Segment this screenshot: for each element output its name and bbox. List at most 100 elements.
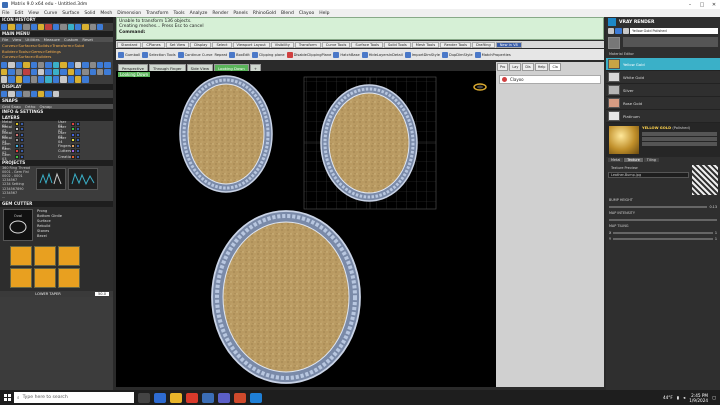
network-icon[interactable]: ▮ xyxy=(677,395,679,400)
tab-solid-tools[interactable]: Solid Tools xyxy=(384,41,411,48)
clock[interactable]: 2:45 PM 1/9/2024 xyxy=(689,393,708,403)
tab-curve-tools[interactable]: Curve Tools xyxy=(321,41,351,48)
main-menu-file[interactable]: File xyxy=(2,37,8,42)
material-item[interactable]: Yellow Gold xyxy=(606,58,720,72)
tool-icon[interactable] xyxy=(37,76,45,83)
tool-icon[interactable] xyxy=(23,61,30,68)
menu-view[interactable]: View xyxy=(28,11,39,16)
tool-icon[interactable] xyxy=(67,61,74,68)
tab-render-tools[interactable]: Render Tools xyxy=(440,41,472,48)
tool-icon[interactable] xyxy=(74,61,82,68)
tool-icon[interactable] xyxy=(60,61,67,68)
hide-layers-button[interactable]: HideLayersInDetail xyxy=(361,51,403,58)
tiling-y-slider[interactable]: Y1 xyxy=(606,236,720,242)
clayoo-item[interactable]: Clayoo xyxy=(499,75,601,84)
tool-icon[interactable] xyxy=(23,76,30,83)
tab-display[interactable]: Display xyxy=(190,41,212,48)
tab-tiling[interactable]: Tiling xyxy=(643,158,659,163)
material-item[interactable]: White Gold xyxy=(606,71,720,85)
menu-render[interactable]: Render xyxy=(212,11,228,16)
tab-drafting[interactable]: Drafting xyxy=(472,41,495,48)
tab-texture[interactable]: Texture xyxy=(624,158,643,163)
main-menu-reset[interactable]: Reset xyxy=(82,37,93,42)
tool-icon[interactable] xyxy=(8,76,15,83)
tool-icon[interactable] xyxy=(8,24,15,31)
display-mode-icon[interactable] xyxy=(23,90,30,98)
project-thumbnail[interactable] xyxy=(68,167,98,190)
vray-tool-icon[interactable] xyxy=(608,28,615,35)
chrome-icon[interactable] xyxy=(186,392,198,403)
tool-icon[interactable] xyxy=(74,24,82,31)
tab-viewport-layout[interactable]: Viewport Layout xyxy=(232,41,270,48)
teams-icon[interactable] xyxy=(218,392,230,403)
disable-clipping-button[interactable]: DisableClippingPlane xyxy=(286,51,331,58)
weather-text[interactable]: 44°F xyxy=(663,395,673,400)
tool-icon[interactable] xyxy=(30,69,37,76)
match-properties-button[interactable]: MatchProperties xyxy=(474,51,511,58)
material-item[interactable]: Platinum xyxy=(606,110,720,124)
file-explorer-icon[interactable] xyxy=(170,392,182,403)
menu-edit[interactable]: Edit xyxy=(15,11,24,16)
material-item[interactable]: Rose Gold xyxy=(606,97,720,111)
tool-icon[interactable] xyxy=(82,61,89,68)
gem-cut-option[interactable] xyxy=(10,246,32,267)
menu-curve[interactable]: Curve xyxy=(44,11,57,16)
tool-icon[interactable] xyxy=(104,69,111,76)
edge-icon[interactable] xyxy=(154,392,166,403)
vray-selected-material[interactable]: Yellow Gold Polished xyxy=(630,28,718,34)
tab-set-view[interactable]: Set View xyxy=(165,41,190,48)
menu-mesh[interactable]: Mesh xyxy=(100,11,112,16)
gem-cut-option[interactable] xyxy=(58,246,80,267)
tab-mesh-tools[interactable]: Mesh Tools xyxy=(411,41,440,48)
tab-standard[interactable]: Standard xyxy=(117,41,142,48)
project-thumbnail[interactable] xyxy=(36,167,66,190)
tool-icon[interactable] xyxy=(15,24,23,31)
main-menu-custom[interactable]: Custom xyxy=(64,37,79,42)
tab-transform[interactable]: Transform xyxy=(294,41,321,48)
tiling-x-value[interactable]: 1 xyxy=(715,231,717,235)
tab-perspective[interactable]: Perspective xyxy=(118,64,148,71)
texture-file-field[interactable]: Leather-Bump.jpg xyxy=(608,172,689,179)
tool-icon[interactable] xyxy=(37,24,45,31)
selection-tools-button[interactable]: Selection Tools xyxy=(142,51,176,58)
close-icon[interactable]: ✕ xyxy=(708,2,720,8)
volume-icon[interactable]: ◂ xyxy=(683,395,685,400)
import-dimstyle-button[interactable]: ImportDimStyle xyxy=(404,51,440,58)
tool-icon[interactable] xyxy=(1,24,8,31)
minimize-icon[interactable]: – xyxy=(684,2,696,8)
tool-icon[interactable] xyxy=(45,76,52,83)
layer-row[interactable]: Gem 03 xyxy=(0,153,56,161)
material-item[interactable]: Silver xyxy=(606,84,720,98)
gem-cut-option[interactable] xyxy=(58,268,80,289)
menu-file[interactable]: File xyxy=(2,11,10,16)
bump-height-value[interactable]: 0.13 xyxy=(709,205,717,209)
tool-icon[interactable] xyxy=(52,69,60,76)
continue-curve-button[interactable]: Continue Curve xyxy=(177,51,213,58)
tab-side-view[interactable]: Side View xyxy=(186,64,214,71)
windows-start-icon[interactable] xyxy=(0,390,14,405)
vray-tool-icon[interactable] xyxy=(622,28,630,35)
tool-icon[interactable] xyxy=(97,69,104,76)
menu-blend[interactable]: Blend xyxy=(281,11,294,16)
tab-clayoo[interactable]: Cla xyxy=(549,63,561,71)
tool-icon[interactable] xyxy=(82,24,89,31)
command-prompt[interactable]: Command: xyxy=(119,30,601,35)
store-icon[interactable] xyxy=(250,392,262,403)
main-menu-line[interactable]: Curves>Surface>Builders xyxy=(2,54,111,59)
tool-icon[interactable] xyxy=(37,69,45,76)
tool-icon[interactable] xyxy=(23,24,30,31)
display-mode-icon[interactable] xyxy=(37,90,45,98)
project-item[interactable]: ... xyxy=(0,195,34,199)
main-menu-utilities[interactable]: Utilities xyxy=(25,37,39,42)
tool-icon[interactable] xyxy=(67,69,74,76)
tab-cplanes[interactable]: CPlanes xyxy=(142,41,165,48)
gumball-button[interactable]: Gumball xyxy=(118,51,140,58)
hatchbase-button[interactable]: HatchBase xyxy=(333,51,360,58)
tool-icon[interactable] xyxy=(8,61,15,68)
main-menu-view[interactable]: View xyxy=(12,37,21,42)
display-mode-icon[interactable] xyxy=(52,90,60,98)
display-mode-icon[interactable] xyxy=(8,90,15,98)
tool-icon[interactable] xyxy=(89,69,97,76)
display-mode-icon[interactable] xyxy=(45,90,52,98)
tool-icon[interactable] xyxy=(1,61,8,68)
